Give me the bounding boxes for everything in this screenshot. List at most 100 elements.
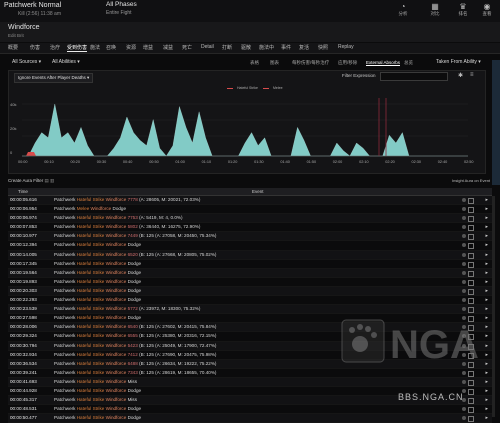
row-chevron-icon[interactable]: ▸: [485, 278, 488, 286]
row-expand-icon[interactable]: [468, 279, 474, 286]
row-expand-icon[interactable]: [468, 307, 474, 314]
row-aura-icon[interactable]: [462, 198, 466, 202]
sources-dropdown[interactable]: All Sources ▾: [12, 59, 41, 65]
tab-1[interactable]: 伤害: [30, 44, 40, 51]
abilities-dropdown[interactable]: All Abilities ▾: [52, 59, 80, 65]
tab-4[interactable]: 施法: [90, 44, 100, 51]
row-chevron-icon[interactable]: ▸: [485, 296, 488, 304]
tab-13[interactable]: 施法中: [259, 44, 274, 51]
table-row[interactable]: 00:00:23.539 Patchwerk Hateful Strike Win…: [8, 305, 492, 315]
row-expand-icon[interactable]: [468, 416, 474, 423]
event-header[interactable]: Event: [252, 188, 264, 195]
overview-icon[interactable]: ◔ 分析: [392, 2, 414, 17]
tab-2[interactable]: 治疗: [50, 44, 60, 51]
view-tab-3[interactable]: 应用/移除: [338, 60, 357, 66]
table-row[interactable]: 00:00:07.853 Patchwerk Hateful Strike Win…: [8, 223, 492, 233]
report-title[interactable]: Patchwerk Normal: [4, 2, 61, 9]
row-chevron-icon[interactable]: ▸: [485, 287, 488, 295]
table-row[interactable]: 00:00:12.394 Patchwerk Hateful Strike Win…: [8, 241, 492, 251]
row-amount: 6540: [127, 324, 138, 330]
player-name[interactable]: Windforce: [8, 24, 40, 31]
table-row[interactable]: 00:00:05.616 Patchwerk Hateful Strike Win…: [8, 196, 492, 206]
table-row[interactable]: 00:00:06.974 Patchwerk Hateful Strike Win…: [8, 214, 492, 224]
tab-15[interactable]: 复活: [299, 44, 309, 51]
time-header[interactable]: Time: [18, 188, 28, 195]
row-aura-icon[interactable]: [462, 270, 466, 275]
table-row[interactable]: 00:00:14.005 Patchwerk Hateful Strike Win…: [8, 250, 492, 260]
row-aura-icon[interactable]: [462, 252, 466, 257]
row-chevron-icon[interactable]: ▸: [485, 241, 488, 249]
table-row[interactable]: 00:00:17.345 Patchwerk Hateful Strike Win…: [8, 260, 492, 269]
row-expand-icon[interactable]: [468, 207, 474, 214]
create-aura-filter[interactable]: Create Aura Filter ▤ ▥: [8, 178, 54, 184]
row-expand-icon[interactable]: [468, 198, 474, 204]
x-tick-15: 02:30: [412, 160, 422, 164]
row-aura-icon[interactable]: [462, 298, 466, 303]
taken-from-dropdown[interactable]: Taken From Ability ▾: [436, 59, 481, 65]
table-row[interactable]: 00:00:10.977 Patchwerk Hateful Strike Win…: [8, 232, 492, 242]
tab-14[interactable]: 事件: [281, 44, 291, 51]
tab-3[interactable]: 受到伤害: [67, 44, 88, 52]
tab-0[interactable]: 概要: [8, 44, 18, 51]
row-expand-icon[interactable]: [468, 234, 474, 241]
row-aura-icon[interactable]: [462, 307, 466, 312]
tab-16[interactable]: 快照: [318, 44, 328, 51]
view-icon[interactable]: ◉ 查看: [476, 2, 498, 17]
x-tick-16: 02:40: [438, 160, 448, 164]
row-chevron-icon[interactable]: ▸: [485, 305, 488, 313]
view-tab-5[interactable]: 总览: [404, 60, 413, 66]
table-row[interactable]: 00:00:06.954 Patchwerk Melee Windforce Do…: [8, 205, 492, 215]
rankings-icon[interactable]: ♛ 排名: [452, 2, 474, 17]
table-scrollbar[interactable]: [492, 196, 495, 417]
view-tab-2[interactable]: 每秒伤害/每秒治疗: [292, 60, 329, 66]
tab-9[interactable]: 死亡: [182, 44, 192, 51]
row-aura-icon[interactable]: [462, 207, 466, 212]
row-aura-icon[interactable]: [462, 225, 466, 230]
tab-8[interactable]: 减益: [163, 44, 173, 51]
row-expand-icon[interactable]: [468, 216, 474, 223]
view-tab-4[interactable]: External Absorbs: [366, 60, 401, 66]
row-expand-icon[interactable]: [468, 261, 474, 268]
tab-17[interactable]: Replay: [338, 44, 354, 50]
tab-10[interactable]: Detail: [201, 44, 214, 50]
row-chevron-icon[interactable]: ▸: [485, 223, 488, 231]
row-chevron-icon[interactable]: ▸: [485, 214, 488, 222]
damage-taken-chart[interactable]: 40k 20k 0 00:00 00:10 00:20 00:30 00:40 00:50 01:…: [8, 70, 486, 174]
row-aura-icon[interactable]: [462, 288, 466, 293]
compare-icon[interactable]: ▦ 对比: [424, 2, 446, 17]
table-row[interactable]: 00:00:19.564 Patchwerk Hateful Strike Win…: [8, 268, 492, 278]
phase-selector[interactable]: All Phases: [106, 1, 137, 8]
tab-7[interactable]: 增益: [143, 44, 153, 51]
table-row[interactable]: 00:00:20.303 Patchwerk Hateful Strike Win…: [8, 286, 492, 297]
row-expand-icon[interactable]: [468, 225, 474, 232]
row-chevron-icon[interactable]: ▸: [485, 205, 488, 213]
row-aura-icon[interactable]: [462, 243, 466, 248]
row-chevron-icon[interactable]: ▸: [485, 260, 488, 268]
row-chevron-icon[interactable]: ▸: [485, 232, 488, 240]
row-expand-icon[interactable]: [468, 288, 474, 295]
view-tab-1[interactable]: 图表: [270, 60, 279, 66]
insight-aura-label[interactable]: Insight Aura on Event: [452, 178, 490, 183]
row-ability: Hateful Strike: [76, 360, 105, 366]
row-aura-icon[interactable]: [462, 261, 466, 266]
row-event: Patchwerk Hateful Strike Windforce Dodge: [54, 314, 141, 322]
row-aura-icon[interactable]: [462, 279, 466, 284]
row-aura-icon[interactable]: [462, 234, 466, 239]
tab-11[interactable]: 打断: [222, 44, 232, 51]
table-row[interactable]: 00:00:19.893 Patchwerk Hateful Strike Win…: [8, 278, 492, 287]
table-row[interactable]: 00:00:50.477 Patchwerk Hateful Strike Win…: [8, 414, 492, 423]
row-chevron-icon[interactable]: ▸: [485, 414, 488, 422]
tab-5[interactable]: 召唤: [106, 44, 116, 51]
row-expand-icon[interactable]: [468, 243, 474, 250]
row-chevron-icon[interactable]: ▸: [485, 269, 488, 277]
view-tab-0[interactable]: 表格: [250, 60, 259, 66]
row-chevron-icon[interactable]: ▸: [485, 251, 488, 259]
tab-6[interactable]: 资源: [126, 44, 136, 51]
row-chevron-icon[interactable]: ▸: [485, 196, 488, 204]
row-aura-icon[interactable]: [462, 216, 466, 221]
table-row[interactable]: 00:00:22.293 Patchwerk Hateful Strike Win…: [8, 296, 492, 306]
row-expand-icon[interactable]: [468, 252, 474, 259]
tab-12[interactable]: 驱散: [241, 44, 251, 51]
row-expand-icon[interactable]: [468, 270, 474, 277]
row-expand-icon[interactable]: [468, 298, 474, 305]
